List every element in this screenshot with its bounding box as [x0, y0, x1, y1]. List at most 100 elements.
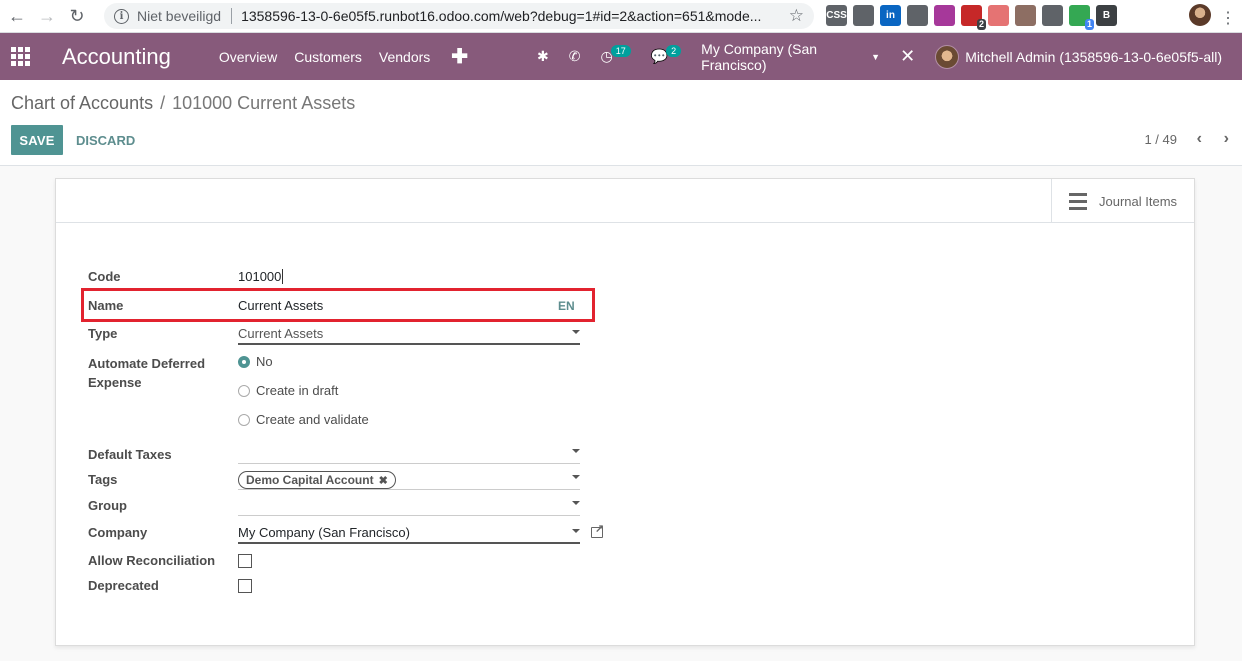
- browser-toolbar: ← → ↻ i Niet beveiligd 1358596-13-0-6e05…: [0, 0, 1242, 33]
- deprecated-label: Deprecated: [88, 578, 159, 593]
- css-extension-icon[interactable]: CSS: [826, 5, 847, 26]
- type-select[interactable]: Current Assets: [238, 326, 580, 345]
- radio-draft-label: Create in draft: [256, 383, 339, 398]
- pager-value[interactable]: 1 / 49: [1144, 132, 1177, 147]
- address-bar[interactable]: i Niet beveiligd 1358596-13-0-6e05f5.run…: [104, 3, 814, 29]
- name-input[interactable]: Current Assets: [238, 298, 323, 313]
- back-arrow-icon[interactable]: ←: [2, 1, 32, 31]
- activity-clock-icon[interactable]: ◷ 17: [600, 44, 631, 65]
- deferred-label-line-1: Automate Deferred: [88, 356, 206, 371]
- extension-badge: 1: [1084, 19, 1094, 30]
- caret-down-icon: [572, 501, 580, 505]
- company-row: Company: [88, 525, 238, 540]
- radio-create-and-validate[interactable]: Create and validate: [238, 412, 369, 427]
- discard-button[interactable]: DISCARD: [76, 125, 135, 155]
- phone-icon[interactable]: ✆: [569, 48, 581, 65]
- chevron-down-icon: ▼: [871, 51, 881, 62]
- radio-no[interactable]: No: [238, 354, 273, 369]
- bookmark-star-icon[interactable]: ☆: [789, 6, 804, 26]
- main-navbar: Accounting Overview Customers Vendors ✚ …: [0, 33, 1242, 80]
- reload-icon[interactable]: ↻: [62, 1, 92, 31]
- arrow-extension-icon[interactable]: [988, 5, 1009, 26]
- company-name: My Company (San Francisco): [701, 40, 818, 73]
- type-row: Type: [88, 326, 238, 341]
- group-row: Group: [88, 498, 238, 513]
- extension-badge: 2: [976, 19, 986, 30]
- code-input[interactable]: 101000: [238, 269, 284, 284]
- radio-validate-label: Create and validate: [256, 412, 369, 427]
- company-select[interactable]: My Company (San Francisco): [238, 525, 580, 544]
- menu-customers[interactable]: Customers: [294, 49, 362, 65]
- ghost-extension-icon[interactable]: [853, 5, 874, 26]
- deprecated-row: Deprecated: [88, 578, 238, 593]
- url-text[interactable]: 1358596-13-0-6e05f5.runbot16.odoo.com/we…: [241, 8, 771, 24]
- radio-unchecked-icon[interactable]: [238, 384, 250, 397]
- code-row: Code 101000: [88, 269, 284, 284]
- info-icon[interactable]: i: [114, 8, 129, 24]
- omnibox-divider: [231, 8, 233, 24]
- group-select[interactable]: [238, 497, 580, 516]
- control-panel: Chart of Accounts / 101000 Current Asset…: [0, 80, 1242, 166]
- user-menu[interactable]: Mitchell Admin (1358596-13-0-6e05f5-all): [935, 44, 1222, 69]
- default-taxes-row: Default Taxes: [88, 447, 238, 462]
- timer-extension-icon[interactable]: [934, 5, 955, 26]
- button-box: Journal Items: [56, 179, 1194, 223]
- reconcile-checkbox[interactable]: [238, 554, 252, 568]
- caret-down-icon: [572, 529, 580, 533]
- car-extension-icon[interactable]: [1042, 5, 1063, 26]
- plus-icon[interactable]: ✚: [451, 44, 468, 69]
- company-label: Company: [88, 525, 148, 540]
- breadcrumb-parent-link[interactable]: Chart of Accounts: [11, 93, 153, 114]
- browser-menu-icon[interactable]: ⋮: [1220, 8, 1236, 28]
- caret-down-icon: [572, 449, 580, 453]
- company-switcher[interactable]: My Company (San Francisco) ▼: [701, 41, 880, 73]
- tag-chip: Demo Capital Account ✖: [238, 471, 396, 489]
- form-sheet: Journal Items Code 101000 Name Current A…: [55, 178, 1195, 646]
- menu-vendors[interactable]: Vendors: [379, 49, 430, 65]
- green-dot-extension-icon[interactable]: 1: [1069, 5, 1094, 30]
- radio-unchecked-icon[interactable]: [238, 413, 250, 426]
- deferred-label-line-2: Expense: [88, 375, 142, 390]
- chevron-left-icon[interactable]: ‹: [1197, 130, 1202, 148]
- avatar: [935, 44, 960, 69]
- name-label: Name: [88, 298, 124, 313]
- profile-avatar[interactable]: [1189, 4, 1211, 26]
- reconcile-row: Allow Reconciliation: [88, 553, 238, 568]
- external-link-icon[interactable]: [591, 522, 604, 538]
- chat-icon[interactable]: 💬 2: [651, 44, 682, 65]
- tools-icon[interactable]: ✕: [900, 46, 915, 67]
- close-icon[interactable]: ✖: [379, 474, 388, 487]
- name-row: Name Current Assets: [88, 298, 323, 313]
- reconcile-label: Allow Reconciliation: [88, 553, 216, 568]
- deprecated-checkbox[interactable]: [238, 579, 252, 593]
- extensions-area: CSS in 2 1 B: [826, 5, 1117, 30]
- forward-arrow-icon[interactable]: →: [32, 1, 62, 31]
- journal-items-button[interactable]: Journal Items: [1051, 179, 1194, 223]
- menu-overview[interactable]: Overview: [219, 49, 277, 65]
- tags-label: Tags: [88, 472, 118, 487]
- drive-extension-icon[interactable]: [907, 5, 928, 26]
- extension-label: B: [1102, 10, 1111, 21]
- radio-checked-icon[interactable]: [238, 355, 250, 368]
- app-name[interactable]: Accounting: [62, 44, 171, 70]
- linkedin-extension-icon[interactable]: in: [880, 5, 901, 26]
- translate-language-button[interactable]: EN: [558, 299, 575, 313]
- security-label: Niet beveiligd: [137, 8, 222, 24]
- user-name: Mitchell Admin (1358596-13-0-6e05f5-all): [965, 48, 1222, 65]
- radio-no-label: No: [256, 354, 273, 369]
- list-icon: [1069, 192, 1087, 210]
- default-taxes-label: Default Taxes: [88, 447, 172, 462]
- chevron-right-icon[interactable]: ›: [1224, 130, 1229, 148]
- journal-items-label: Journal Items: [1099, 193, 1178, 209]
- b-extension-icon[interactable]: B: [1096, 5, 1117, 26]
- type-value: Current Assets: [238, 326, 324, 341]
- radio-create-in-draft[interactable]: Create in draft: [238, 383, 338, 398]
- extension-label: in: [886, 10, 895, 21]
- calendar-extension-icon[interactable]: 2: [961, 5, 986, 30]
- apps-menu-icon[interactable]: [0, 33, 40, 80]
- deferred-label: Automate Deferred Expense: [88, 354, 238, 392]
- save-button[interactable]: SAVE: [11, 125, 63, 155]
- monkey-extension-icon[interactable]: [1015, 5, 1036, 26]
- bug-icon[interactable]: ✱: [537, 48, 549, 65]
- default-taxes-select[interactable]: [238, 445, 580, 464]
